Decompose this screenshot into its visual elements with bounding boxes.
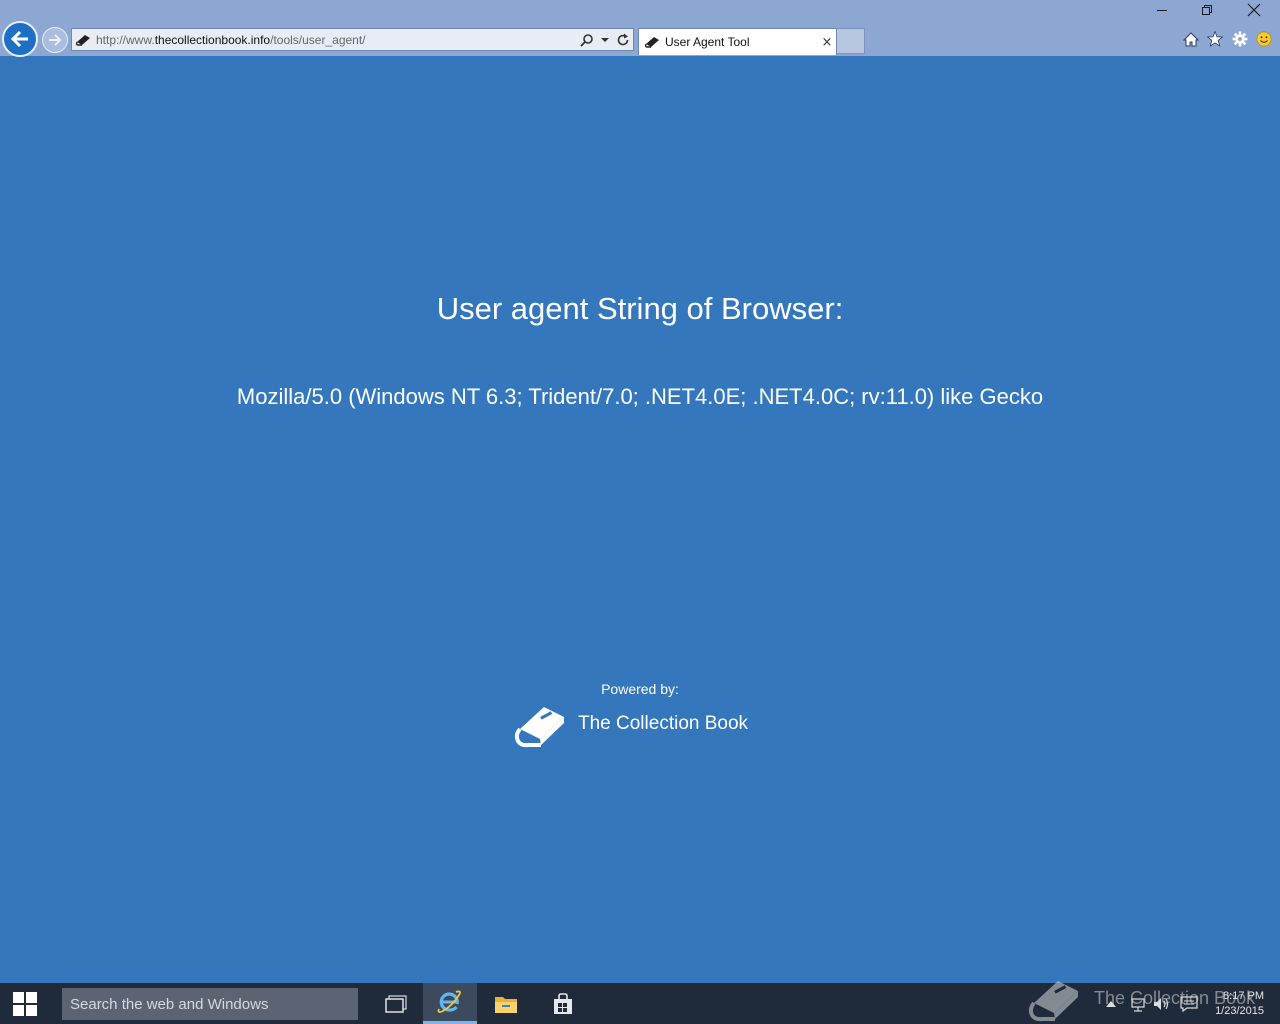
search-icon[interactable]: [580, 33, 594, 47]
browser-chrome: http://www.thecollectionbook.info/tools/…: [0, 0, 1280, 57]
feedback-button[interactable]: [1253, 29, 1275, 49]
brand-name: The Collection Book: [578, 713, 749, 734]
minimize-button[interactable]: [1139, 0, 1185, 20]
back-arrow-icon: [10, 30, 28, 48]
internet-explorer-icon: [437, 990, 461, 1014]
address-bar[interactable]: http://www.thecollectionbook.info/tools/…: [71, 28, 634, 51]
new-tab-button[interactable]: [837, 28, 865, 54]
taskbar-search-box[interactable]: Search the web and Windows: [62, 988, 358, 1020]
tab-user-agent-tool[interactable]: User Agent Tool ×: [638, 28, 837, 55]
watermark-text: The Collection Book: [1094, 987, 1256, 1008]
settings-button[interactable]: [1229, 29, 1251, 49]
book-icon: [644, 37, 659, 48]
tab-close-button[interactable]: ×: [818, 35, 836, 50]
book-watermark-icon: [1028, 981, 1078, 1022]
back-button[interactable]: [2, 21, 38, 57]
minimize-icon: [1157, 10, 1167, 11]
file-explorer-button[interactable]: [479, 983, 533, 1024]
store-bag-icon: [554, 992, 572, 1014]
home-icon: [1183, 31, 1199, 46]
watermark: The Collection Book: [1028, 973, 1255, 1023]
chevron-down-icon[interactable]: [600, 37, 609, 43]
settings-gear-icon: [1232, 31, 1248, 47]
page-content: User agent String of Browser: Mozilla/5.…: [0, 56, 1280, 983]
restore-icon: [1202, 5, 1212, 15]
brand-link[interactable]: The Collection Book: [514, 699, 748, 749]
page-heading: User agent String of Browser:: [436, 291, 844, 326]
task-view-button[interactable]: [369, 983, 423, 1024]
powered-by-label: Powered by:: [601, 681, 679, 697]
site-favicon: [72, 29, 94, 50]
url-text[interactable]: http://www.thecollectionbook.info/tools/…: [94, 33, 577, 47]
close-icon: [1247, 3, 1261, 17]
forward-arrow-icon: [49, 34, 62, 46]
url-prefix: http://www.: [96, 32, 155, 47]
favorites-button[interactable]: [1204, 29, 1226, 49]
book-logo-icon: [514, 707, 564, 748]
store-button[interactable]: [536, 983, 590, 1024]
user-agent-string: Mozilla/5.0 (Windows NT 6.3; Trident/7.0…: [236, 384, 1044, 409]
tab-title: User Agent Tool: [665, 35, 750, 49]
favorites-star-icon: [1207, 31, 1223, 47]
url-path: /tools/user_agent/: [270, 32, 366, 47]
address-tools: [577, 29, 633, 50]
close-window-button[interactable]: [1231, 0, 1277, 20]
windows-logo-icon: [13, 991, 37, 1016]
folder-icon: [495, 996, 517, 1013]
start-button[interactable]: [0, 983, 50, 1024]
url-domain: thecollectionbook.info: [154, 32, 271, 47]
task-view-icon: [385, 994, 407, 1013]
search-placeholder: Search the web and Windows: [70, 995, 269, 1013]
feedback-smiley-icon: [1256, 31, 1272, 47]
refresh-icon[interactable]: [616, 33, 630, 47]
book-icon: [75, 34, 90, 46]
home-button[interactable]: [1180, 29, 1202, 49]
restore-button[interactable]: [1184, 0, 1230, 20]
internet-explorer-taskbar-button[interactable]: [423, 983, 477, 1024]
forward-button[interactable]: [42, 27, 68, 53]
